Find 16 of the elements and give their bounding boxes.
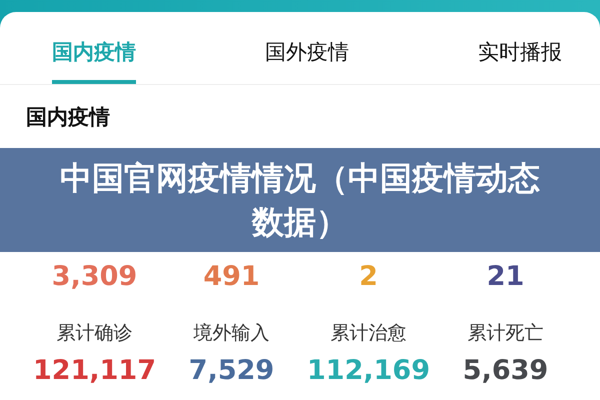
stat-label: 累计确诊 — [56, 321, 132, 346]
stat-value: 2 — [359, 261, 378, 293]
stat-label: 累计死亡 — [468, 321, 544, 346]
stat-value: 3,309 — [52, 261, 138, 293]
stat-value: 21 — [486, 261, 524, 293]
section-title: 国内疫情 — [26, 104, 111, 131]
stat-value: 491 — [203, 261, 260, 293]
stat-label: 累计治愈 — [330, 321, 406, 346]
stat-value: 7,529 — [188, 355, 274, 387]
stat-value: 5,639 — [462, 355, 548, 387]
banner-title: 中国官网疫情情况（中国疫情动态数据） — [59, 158, 541, 243]
tab[interactable]: 国外疫情 — [265, 12, 349, 84]
stat-value: 112,169 — [307, 355, 430, 387]
tab[interactable]: 实时播报 — [478, 12, 562, 84]
stat-value: 121,117 — [33, 355, 156, 387]
stat-label: 境外输入 — [194, 321, 270, 346]
